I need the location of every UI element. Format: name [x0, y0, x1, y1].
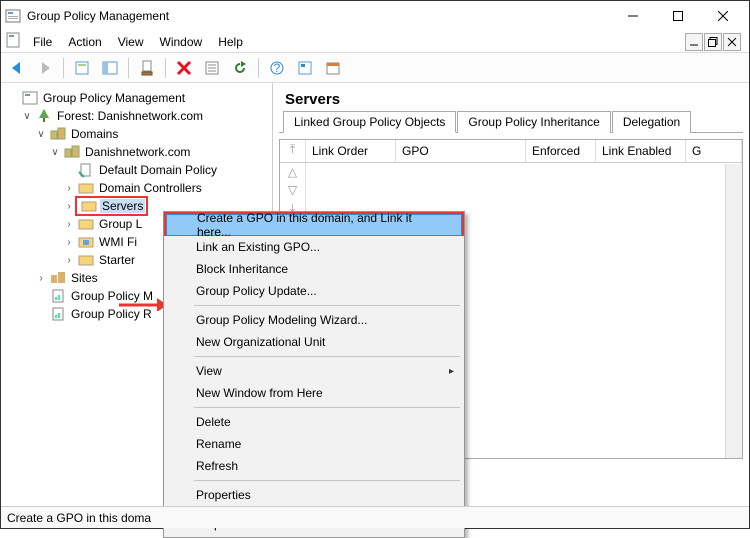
menu-file[interactable]: File [25, 33, 60, 51]
ctx-create-gpo-and-link[interactable]: Create a GPO in this domain, and Link it… [166, 214, 462, 236]
calendar-button[interactable] [321, 56, 345, 80]
wmi-icon [78, 234, 94, 250]
mdi-minimize-button[interactable] [685, 33, 703, 51]
tab-gp-inheritance[interactable]: Group Policy Inheritance [457, 111, 610, 133]
col-g[interactable]: G [686, 140, 742, 162]
menu-help[interactable]: Help [210, 33, 251, 51]
ctx-delete[interactable]: Delete [166, 411, 462, 433]
forward-button[interactable] [33, 56, 57, 80]
status-text: Create a GPO in this doma [7, 511, 151, 525]
col-link-enabled[interactable]: Link Enabled [596, 140, 686, 162]
ctx-refresh[interactable]: Refresh [166, 455, 462, 477]
svg-text:?: ? [274, 61, 281, 75]
delete-button[interactable] [172, 56, 196, 80]
gpo-link-icon [78, 162, 94, 178]
properties-button[interactable] [200, 56, 224, 80]
doc-icon [5, 32, 21, 51]
col-gpo[interactable]: GPO [396, 140, 526, 162]
close-button[interactable] [700, 2, 745, 30]
status-bar: Create a GPO in this doma [1, 506, 749, 528]
ctx-gp-modeling-wizard[interactable]: Group Policy Modeling Wizard... [166, 309, 462, 331]
annotation-arrow [117, 283, 167, 311]
move-up-button[interactable]: △ [288, 163, 297, 181]
ctx-rename[interactable]: Rename [166, 433, 462, 455]
menu-action[interactable]: Action [60, 33, 109, 51]
title-bar: Group Policy Management [1, 1, 749, 31]
ctx-view[interactable]: View [166, 360, 462, 382]
ou-icon [81, 198, 97, 214]
back-button[interactable] [5, 56, 29, 80]
tab-delegation[interactable]: Delegation [612, 111, 691, 133]
tree-domain-controllers[interactable]: ›Domain Controllers [7, 179, 266, 197]
menu-view[interactable]: View [110, 33, 152, 51]
mdi-restore-button[interactable] [704, 33, 722, 51]
tree-root[interactable]: Group Policy Management [7, 89, 266, 107]
toolbar: ? [1, 53, 749, 83]
detail-heading: Servers [279, 89, 743, 110]
sites-icon [50, 270, 66, 286]
ou-icon [78, 180, 94, 196]
new-button[interactable] [70, 56, 94, 80]
vertical-scrollbar[interactable] [725, 164, 742, 458]
refresh-button[interactable] [228, 56, 252, 80]
mmc-icon [22, 90, 38, 106]
mdi-close-button[interactable] [723, 33, 741, 51]
folder-icon [78, 252, 94, 268]
tree-forest[interactable]: ∨Forest: Danishnetwork.com [7, 107, 266, 125]
menu-bar: File Action View Window Help [1, 31, 749, 53]
tree-default-domain-policy[interactable]: Default Domain Policy [7, 161, 266, 179]
window-title: Group Policy Management [27, 9, 610, 23]
minimize-button[interactable] [610, 2, 655, 30]
domain-icon [64, 144, 80, 160]
domains-icon [50, 126, 66, 142]
forest-icon [36, 108, 52, 124]
ctx-new-window[interactable]: New Window from Here [166, 382, 462, 404]
options-button[interactable] [293, 56, 317, 80]
tree-domain[interactable]: ∨Danishnetwork.com [7, 143, 266, 161]
ctx-properties[interactable]: Properties [166, 484, 462, 506]
col-enforced[interactable]: Enforced [526, 140, 596, 162]
move-top-button[interactable]: ⤒ [290, 140, 295, 158]
ctx-link-existing-gpo[interactable]: Link an Existing GPO... [166, 236, 462, 258]
ou-icon [78, 216, 94, 232]
col-link-order[interactable]: Link Order [306, 140, 396, 162]
context-menu: Create a GPO in this domain, and Link it… [163, 211, 465, 538]
move-down-button[interactable]: ▽ [288, 181, 297, 199]
app-icon [5, 8, 21, 24]
report-icon [50, 306, 66, 322]
ctx-block-inheritance[interactable]: Block Inheritance [166, 258, 462, 280]
copy-button[interactable] [135, 56, 159, 80]
tree-domains[interactable]: ∨Domains [7, 125, 266, 143]
tab-linked-gpos[interactable]: Linked Group Policy Objects [283, 111, 456, 133]
ctx-gp-update[interactable]: Group Policy Update... [166, 280, 462, 302]
help-button[interactable]: ? [265, 56, 289, 80]
detail-tabs: Linked Group Policy Objects Group Policy… [279, 110, 743, 133]
menu-window[interactable]: Window [152, 33, 211, 51]
report-icon [50, 288, 66, 304]
maximize-button[interactable] [655, 2, 700, 30]
ctx-new-ou[interactable]: New Organizational Unit [166, 331, 462, 353]
show-hide-tree-button[interactable] [98, 56, 122, 80]
